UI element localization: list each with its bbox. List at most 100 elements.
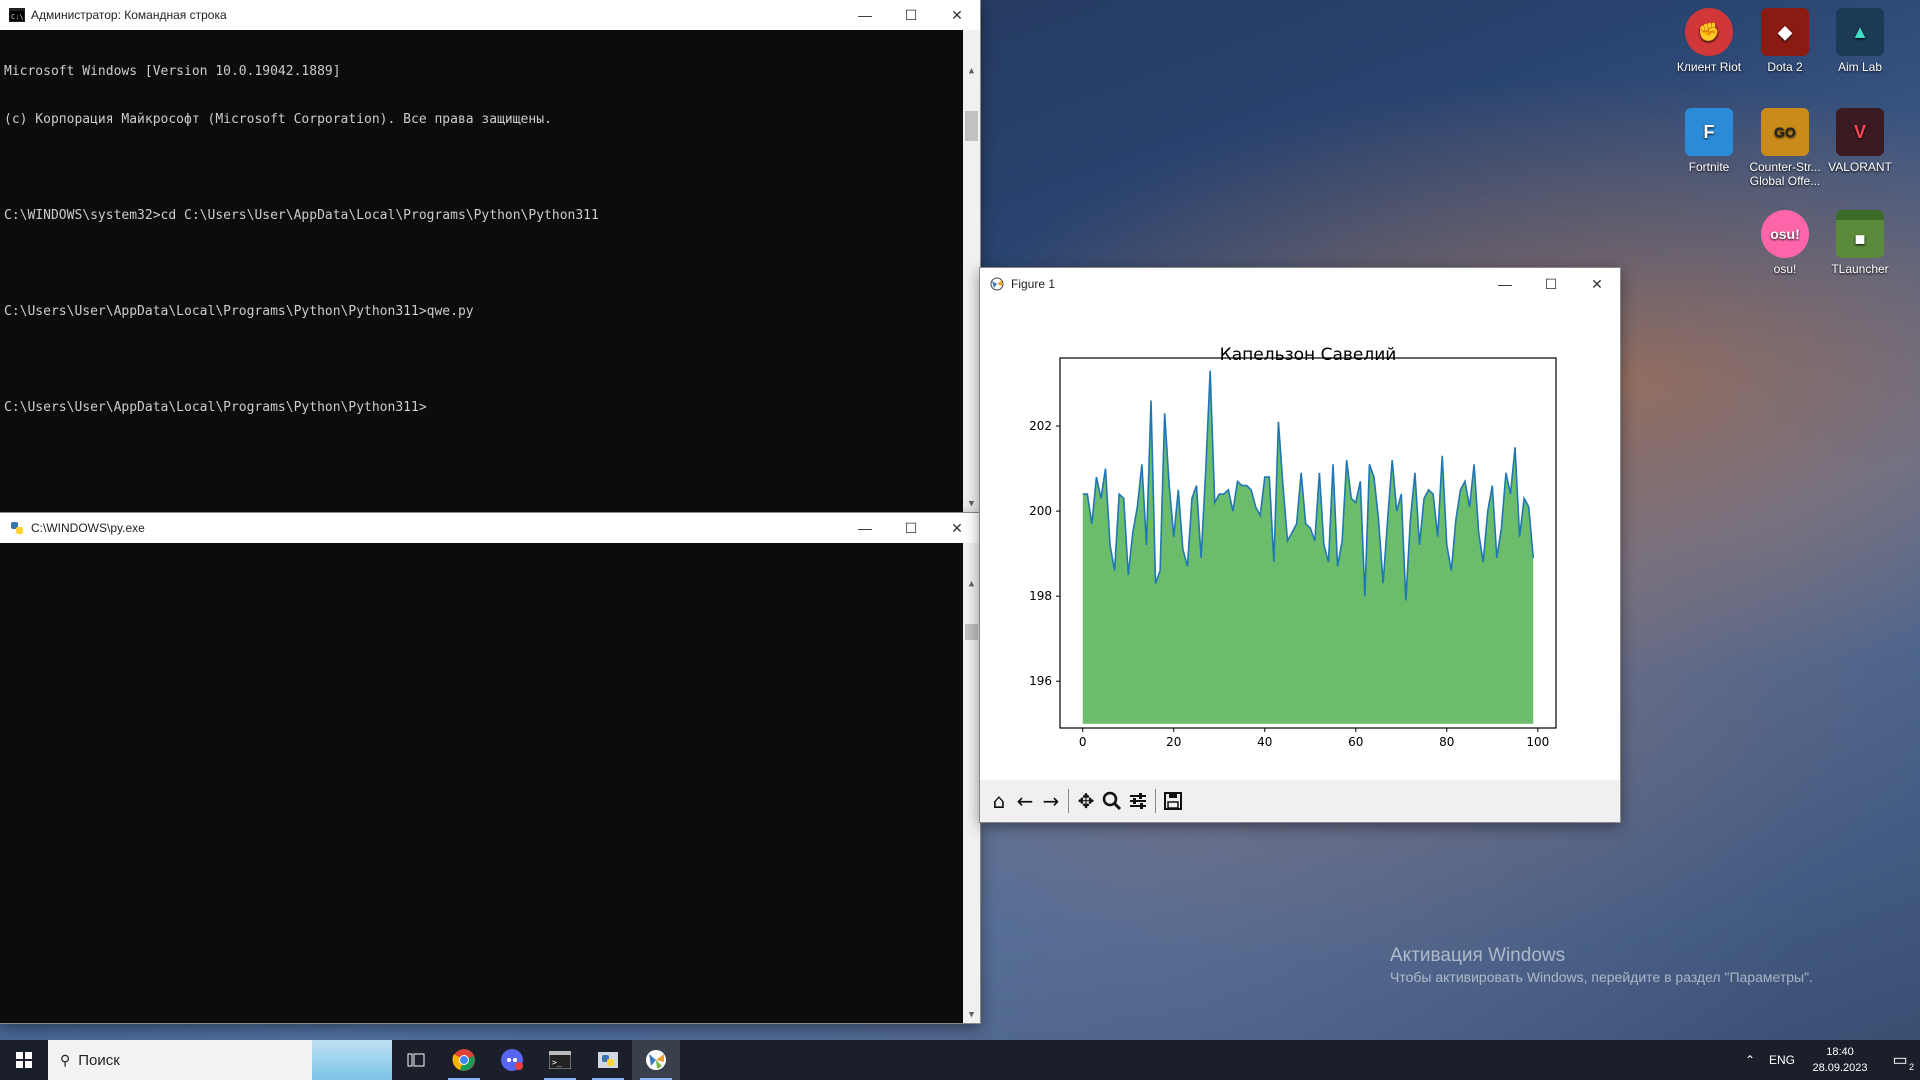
desktop-icon-label: Aim Lab xyxy=(1837,60,1883,74)
console-line: C:\Users\User\AppData\Local\Programs\Pyt… xyxy=(4,400,427,415)
desktop-icon-label: Dota 2 xyxy=(1767,60,1803,74)
cmd-console[interactable]: Microsoft Windows [Version 10.0.19042.18… xyxy=(0,30,980,512)
clock[interactable]: 18:40 28.09.2023 xyxy=(1800,1044,1880,1076)
maximize-button[interactable]: ☐ xyxy=(888,0,934,30)
search-box[interactable]: ⚲ Поиск xyxy=(48,1040,392,1080)
activation-watermark: Активация Windows Чтобы активировать Win… xyxy=(1390,945,1813,985)
y-tick-label: 196 xyxy=(1029,674,1052,688)
scroll-up-icon[interactable]: ▲ xyxy=(963,575,980,592)
taskbar-matplotlib[interactable] xyxy=(632,1040,680,1080)
minimize-button[interactable]: — xyxy=(1482,269,1528,299)
desktop-icon-riot[interactable]: ✊ Клиент Riot xyxy=(1672,8,1746,74)
svg-text:C:\: C:\ xyxy=(11,13,24,21)
x-tick-label: 40 xyxy=(1257,735,1272,749)
language-indicator[interactable]: ENG xyxy=(1764,1053,1800,1067)
notification-icon: ▭ xyxy=(1892,1052,1908,1069)
configure-icon[interactable] xyxy=(1125,786,1151,816)
close-button[interactable]: ✕ xyxy=(934,513,980,543)
minimize-button[interactable]: — xyxy=(842,0,888,30)
matplotlib-toolbar: ⌂ ← → ✥ xyxy=(980,780,1620,822)
scroll-up-icon[interactable]: ▲ xyxy=(963,62,980,79)
fortnite-icon: F xyxy=(1685,108,1733,156)
console-line: (c) Корпорация Майкрософт (Microsoft Cor… xyxy=(4,112,552,127)
back-icon[interactable]: ← xyxy=(1012,786,1038,816)
desktop-icon-tlauncher[interactable]: ■ TLauncher xyxy=(1823,210,1897,276)
window-title: Figure 1 xyxy=(1011,277,1056,291)
chart-svg: Капельзон Савелий 0 20 40 60 80 100 196 198 200 2… xyxy=(1029,345,1557,749)
console-line: Microsoft Windows [Version 10.0.19042.18… xyxy=(4,64,341,79)
x-tick-label: 60 xyxy=(1348,735,1363,749)
close-button[interactable]: ✕ xyxy=(1574,269,1620,299)
desktop-icon-label: osu! xyxy=(1773,262,1797,276)
taskbar: ⚲ Поиск >_ ⌃ ENG 18:40 28.09.2023 ▭ 2 xyxy=(0,1040,1920,1080)
scroll-down-icon[interactable]: ▼ xyxy=(963,1006,980,1023)
terminal-icon: >_ xyxy=(549,1051,571,1069)
matplotlib-icon xyxy=(990,277,1004,291)
matplotlib-icon xyxy=(646,1050,666,1070)
close-button[interactable]: ✕ xyxy=(934,0,980,30)
notifications-button[interactable]: ▭ 2 xyxy=(1880,1040,1920,1080)
pyexe-console[interactable]: ▲ ▼ xyxy=(0,543,980,1023)
tlauncher-icon: ■ xyxy=(1836,210,1884,258)
scroll-down-icon[interactable]: ▼ xyxy=(963,495,980,512)
pyexe-window[interactable]: C:\WINDOWS\py.exe — ☐ ✕ ▲ ▼ xyxy=(0,513,980,1023)
forward-icon[interactable]: → xyxy=(1038,786,1064,816)
x-tick-label: 100 xyxy=(1526,735,1549,749)
discord-icon xyxy=(501,1049,523,1071)
start-button[interactable] xyxy=(0,1040,48,1080)
desktop-icon-valorant[interactable]: V VALORANT xyxy=(1823,108,1897,174)
system-tray: ⌃ ENG 18:40 28.09.2023 ▭ 2 xyxy=(1736,1040,1920,1080)
y-tick-label: 198 xyxy=(1029,589,1052,603)
desktop-icon-fortnite[interactable]: F Fortnite xyxy=(1672,108,1746,174)
desktop-icon-osu[interactable]: osu! osu! xyxy=(1748,210,1822,276)
chevron-up-icon[interactable]: ⌃ xyxy=(1736,1053,1764,1067)
toolbar-separator xyxy=(1155,789,1156,813)
x-tick-label: 20 xyxy=(1166,735,1181,749)
desktop-icon-aimlab[interactable]: ▲ Aim Lab xyxy=(1823,8,1897,74)
csgo-icon: GO xyxy=(1761,108,1809,156)
desktop-icon-csgo[interactable]: GO Counter-Str... Global Offe... xyxy=(1748,108,1822,188)
window-title: Администратор: Командная строка xyxy=(31,8,227,22)
desktop-icon-label: Fortnite xyxy=(1688,160,1730,174)
notification-count: 2 xyxy=(1908,1062,1914,1072)
maximize-button[interactable]: ☐ xyxy=(1528,269,1574,299)
windows-icon xyxy=(16,1052,32,1068)
minimize-button[interactable]: — xyxy=(842,513,888,543)
home-icon[interactable]: ⌂ xyxy=(986,786,1012,816)
save-icon[interactable] xyxy=(1160,786,1186,816)
pyexe-scrollbar[interactable]: ▲ ▼ xyxy=(963,543,980,1023)
task-view-button[interactable] xyxy=(392,1040,440,1080)
desktop-icon-label: TLauncher xyxy=(1831,262,1889,276)
maximize-button[interactable]: ☐ xyxy=(888,513,934,543)
figure-window[interactable]: Figure 1 — ☐ ✕ Капельзон Савелий 0 20 40 60… xyxy=(980,268,1620,822)
taskbar-python[interactable] xyxy=(584,1040,632,1080)
chrome-icon xyxy=(452,1049,475,1071)
taskbar-terminal[interactable]: >_ xyxy=(536,1040,584,1080)
cmd-scrollbar[interactable]: ▲ ▼ xyxy=(963,30,980,512)
scroll-thumb[interactable] xyxy=(965,111,978,141)
watermark-text: Чтобы активировать Windows, перейдите в … xyxy=(1390,969,1813,985)
scroll-thumb[interactable] xyxy=(965,624,978,640)
taskbar-discord[interactable] xyxy=(488,1040,536,1080)
pyexe-titlebar[interactable]: C:\WINDOWS\py.exe — ☐ ✕ xyxy=(0,513,980,543)
taskbar-chrome[interactable] xyxy=(440,1040,488,1080)
valorant-icon: V xyxy=(1836,108,1884,156)
cmd-window[interactable]: C:\ Администратор: Командная строка — ☐ … xyxy=(0,0,980,512)
pan-icon[interactable]: ✥ xyxy=(1073,786,1099,816)
figure-titlebar[interactable]: Figure 1 — ☐ ✕ xyxy=(980,268,1620,300)
osu-icon: osu! xyxy=(1761,210,1809,258)
zoom-icon[interactable] xyxy=(1099,786,1125,816)
desktop-icon-label: Клиент Riot xyxy=(1676,60,1742,74)
cmd-titlebar[interactable]: C:\ Администратор: Командная строка — ☐ … xyxy=(0,0,980,30)
desktop-icon-dota2[interactable]: ◆ Dota 2 xyxy=(1748,8,1822,74)
cmd-icon: C:\ xyxy=(9,8,25,22)
console-line: C:\Users\User\AppData\Local\Programs\Pyt… xyxy=(4,304,474,319)
search-placeholder: Поиск xyxy=(78,1051,120,1069)
dota2-icon: ◆ xyxy=(1761,8,1809,56)
x-tick-label: 80 xyxy=(1439,735,1454,749)
figure-canvas[interactable]: Капельзон Савелий 0 20 40 60 80 100 196 198 200 2… xyxy=(980,300,1620,780)
window-title: C:\WINDOWS\py.exe xyxy=(31,521,145,535)
